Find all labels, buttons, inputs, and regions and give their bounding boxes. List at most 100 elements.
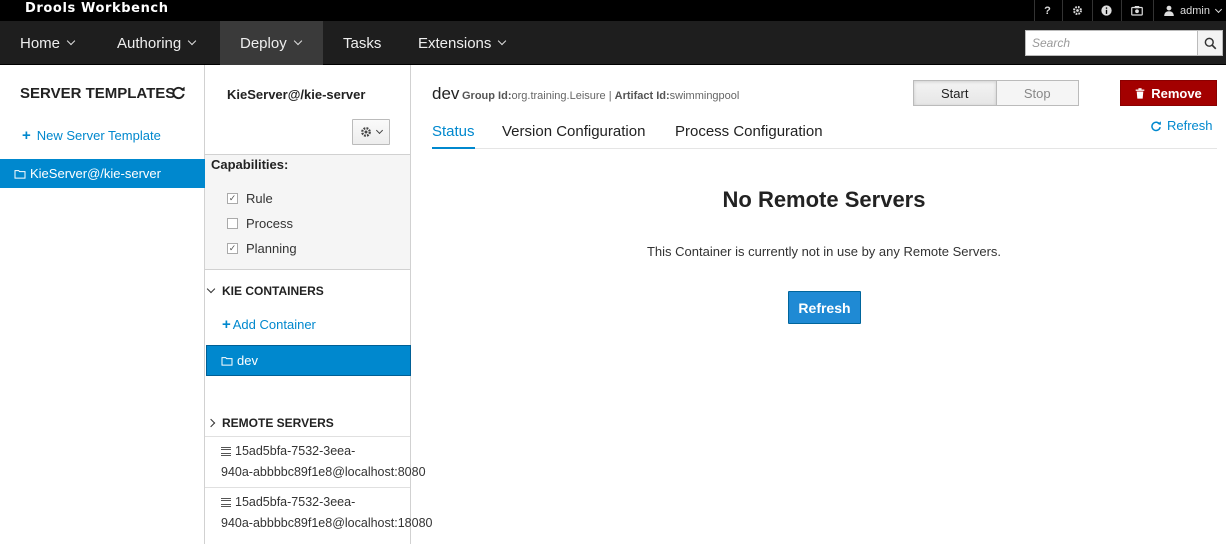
remote-server-id: 15ad5bfa-7532-3eea- <box>235 495 356 509</box>
remote-server-item[interactable]: 15ad5bfa-7532-3eea- 940a-abbbbc89f1e8@lo… <box>205 487 433 539</box>
server-icon <box>221 498 231 507</box>
capability-label: Rule <box>246 191 273 206</box>
new-server-template-link[interactable]: + New Server Template <box>22 127 161 144</box>
empty-state-title: No Remote Servers <box>722 187 926 212</box>
nav-authoring-label: Authoring <box>117 34 182 52</box>
empty-state-text: This Container is currently not in use b… <box>646 244 1002 259</box>
kie-containers-title: KIE CONTAINERS <box>222 284 324 298</box>
stop-button[interactable]: Stop <box>996 81 1078 105</box>
artifact-id-value: swimmingpool <box>669 90 740 102</box>
remote-server-line1: 15ad5bfa-7532-3eea- <box>221 492 410 513</box>
tab-version-configuration[interactable]: Version Configuration <box>502 123 645 149</box>
folder-icon <box>221 356 233 366</box>
nav-authoring[interactable]: Authoring <box>97 21 220 65</box>
remove-button[interactable]: Remove <box>1120 80 1217 106</box>
checkbox: ✓ <box>227 193 238 204</box>
template-item-kieserver[interactable]: KieServer@/kie-server <box>0 159 205 188</box>
server-title: KieServer@/kie-server <box>227 87 366 102</box>
server-settings-button[interactable] <box>352 119 390 145</box>
help-button[interactable]: ? <box>1034 0 1060 21</box>
remote-server-item[interactable]: 15ad5bfa-7532-3eea- 940a-abbbbc89f1e8@lo… <box>205 436 426 488</box>
gear-icon <box>1072 6 1082 15</box>
nav-tasks[interactable]: Tasks <box>323 21 399 65</box>
remote-server-id: 15ad5bfa-7532-3eea- <box>235 444 356 458</box>
refresh-link[interactable]: Refresh <box>1150 118 1213 133</box>
add-container-label: Add Container <box>232 317 316 332</box>
refresh-icon <box>172 86 185 100</box>
gear-icon <box>361 127 371 137</box>
chevron-right-icon <box>206 418 216 428</box>
main-nav: Home Authoring Deploy Tasks Extensions S… <box>0 21 1226 65</box>
group-id-value: org.training.Leisure <box>511 90 606 102</box>
top-bar: Drools Workbench ? admin <box>0 0 1226 21</box>
container-ids: Group Id:org.training.Leisure | Artifact… <box>462 90 739 102</box>
nav-deploy-label: Deploy <box>240 34 287 52</box>
nav-extensions[interactable]: Extensions <box>398 21 526 65</box>
capability-process: Process <box>227 216 293 231</box>
server-templates-panel: SERVER TEMPLATES + New Server Template K… <box>0 65 205 544</box>
server-panel: KieServer@/kie-server Capabilities: ✓ Ru… <box>205 65 433 544</box>
folder-icon <box>14 169 26 179</box>
nav-home[interactable]: Home <box>0 21 101 65</box>
search-icon <box>1204 37 1216 49</box>
chevron-down-icon <box>1214 5 1223 13</box>
server-templates-title: SERVER TEMPLATES <box>20 85 176 102</box>
remote-server-line1: 15ad5bfa-7532-3eea- <box>221 441 410 462</box>
group-id-label: Group Id: <box>462 90 512 102</box>
remote-server-line2: 940a-abbbbc89f1e8@localhost:8080 <box>221 465 426 479</box>
template-item-label: KieServer@/kie-server <box>30 166 161 181</box>
container-item-label: dev <box>237 353 258 368</box>
chevron-down-icon <box>187 36 197 46</box>
refresh-button[interactable]: Refresh <box>788 291 861 324</box>
camera-button[interactable] <box>1121 0 1152 21</box>
info-button[interactable] <box>1092 0 1120 21</box>
capability-label: Process <box>246 216 293 231</box>
capabilities-title: Capabilities: <box>211 157 289 172</box>
id-separator: | <box>608 90 612 102</box>
capability-planning: ✓ Planning <box>227 241 297 256</box>
nav-extensions-label: Extensions <box>418 34 492 52</box>
capabilities-section: Capabilities: ✓ Rule Process ✓ Planning <box>205 154 410 270</box>
chevron-down-icon <box>293 36 302 46</box>
remote-servers-title: REMOTE SERVERS <box>222 416 334 430</box>
chevron-down-icon <box>375 126 384 135</box>
tab-process-configuration[interactable]: Process Configuration <box>675 123 823 149</box>
nav-tasks-label: Tasks <box>343 34 382 52</box>
nav-home-label: Home <box>20 34 61 52</box>
capability-label: Planning <box>246 241 297 256</box>
chevron-down-icon <box>206 284 216 294</box>
help-icon: ? <box>1044 4 1051 17</box>
user-name: admin <box>1180 4 1210 17</box>
refresh-link-label: Refresh <box>1167 118 1213 133</box>
kie-containers-header[interactable]: KIE CONTAINERS <box>206 284 324 298</box>
new-server-template-label: New Server Template <box>36 128 161 143</box>
chevron-down-icon <box>66 36 76 46</box>
checkbox: ✓ <box>227 243 238 254</box>
container-name: dev <box>432 84 460 103</box>
remote-servers-header[interactable]: REMOTE SERVERS <box>206 416 334 430</box>
artifact-id-label: Artifact Id: <box>614 90 670 102</box>
plus-icon: + <box>22 127 31 144</box>
container-tabs: Status Version Configuration Process Con… <box>432 121 1217 149</box>
add-container-link[interactable]: + Add Container <box>222 316 316 333</box>
user-icon <box>1164 5 1174 16</box>
start-button[interactable]: Start <box>914 81 997 105</box>
camera-icon <box>1131 6 1143 16</box>
info-icon <box>1101 5 1112 16</box>
settings-button[interactable] <box>1062 0 1091 21</box>
container-item-dev[interactable]: dev <box>206 345 411 376</box>
nav-deploy[interactable]: Deploy <box>220 21 323 65</box>
user-menu[interactable]: admin <box>1153 0 1226 21</box>
remote-server-line2: 940a-abbbbc89f1e8@localhost:18080 <box>221 516 433 530</box>
plus-icon: + <box>222 316 231 333</box>
brand-title: Drools Workbench <box>25 1 169 16</box>
start-stop-group: Start Stop <box>913 80 1079 106</box>
search-button[interactable] <box>1197 30 1223 56</box>
search-input[interactable]: Search <box>1025 30 1198 56</box>
tab-status[interactable]: Status <box>432 123 475 149</box>
refresh-templates-button[interactable] <box>171 85 186 103</box>
server-icon <box>221 447 231 456</box>
container-detail: dev Group Id:org.training.Leisure | Arti… <box>412 65 1226 544</box>
chevron-down-icon <box>498 36 507 46</box>
trash-icon <box>1135 87 1145 99</box>
